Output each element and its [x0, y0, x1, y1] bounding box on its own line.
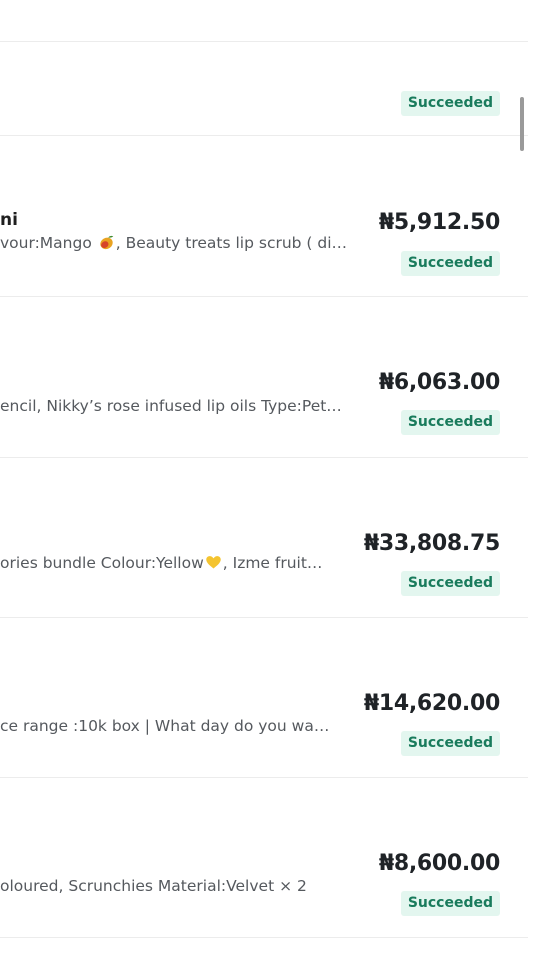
status-badge: Succeeded — [400, 91, 500, 116]
row-divider — [0, 937, 528, 938]
order-amount: ₦14,620.00 — [363, 691, 500, 716]
status-badge: Succeeded — [400, 571, 500, 596]
order-items-summary: ories bundle Colour:Yellow , Izme fruit… — [0, 554, 335, 572]
scrollbar-thumb[interactable] — [520, 97, 524, 151]
order-items-summary: vour:Mango , Beauty treats lip scrub ( d… — [0, 234, 352, 252]
order-amount: ₦8,600.00 — [378, 851, 500, 876]
order-amount: ₦6,063.00 — [378, 370, 500, 395]
orders-list-screen: Succeeded ni vour:Mango , Beauty treats … — [0, 0, 540, 960]
items-text-suffix: , Izme fruit… — [222, 554, 323, 572]
status-badge: Succeeded — [400, 891, 500, 916]
order-row[interactable]: Succeeded — [0, 42, 528, 135]
order-amount: ₦5,912.50 — [378, 210, 500, 235]
customer-name: ni — [0, 210, 18, 230]
status-badge: Succeeded — [400, 410, 500, 435]
status-badge: Succeeded — [400, 251, 500, 276]
order-row[interactable]: ni vour:Mango , Beauty treats lip scrub … — [0, 136, 528, 296]
order-row[interactable]: ce range :10k box | What day do you wa… … — [0, 618, 528, 778]
order-items-summary: oloured, Scrunchies Material:Velvet × 2 — [0, 877, 307, 895]
order-amount: ₦33,808.75 — [363, 531, 500, 556]
order-row[interactable]: ories bundle Colour:Yellow , Izme fruit…… — [0, 458, 528, 618]
order-row[interactable]: oloured, Scrunchies Material:Velvet × 2 … — [0, 778, 528, 938]
order-items-summary: encil, Nikky’s rose infused lip oils Typ… — [0, 397, 342, 415]
items-text-prefix: vour:Mango — [0, 234, 97, 252]
status-badge: Succeeded — [400, 731, 500, 756]
mango-icon — [100, 235, 114, 250]
order-items-summary: ce range :10k box | What day do you wa… — [0, 717, 330, 735]
order-row[interactable]: encil, Nikky’s rose infused lip oils Typ… — [0, 297, 528, 457]
items-text-prefix: ories bundle Colour:Yellow — [0, 554, 204, 572]
items-text-suffix: , Beauty treats lip scrub ( di… — [115, 234, 348, 252]
yellow-heart-icon — [206, 556, 221, 569]
